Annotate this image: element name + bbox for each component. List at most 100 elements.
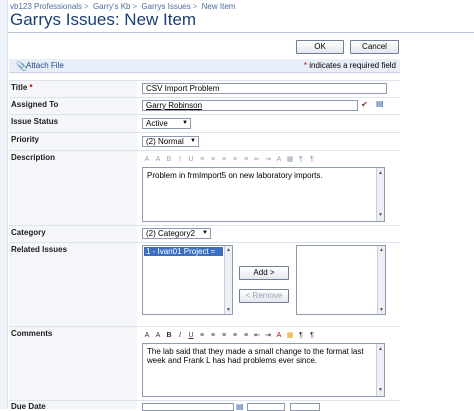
category-select[interactable]: (2) Category2 ▼ <box>142 228 211 239</box>
row-divider <box>9 326 400 327</box>
list-item[interactable]: 1 - Ivan01 Project ≈ <box>144 247 223 256</box>
title-label-text: Title <box>11 83 28 92</box>
left-navigation-rail <box>0 0 8 409</box>
numbered-list-icon[interactable]: ≡ <box>230 155 240 165</box>
description-toolbar: A A B I U ≡ ≡ ≡ ≡ ≡ ⇤ ⇥ A ▦ ¶ ¶ <box>142 154 385 165</box>
scroll-down-icon[interactable]: ▼ <box>226 307 231 313</box>
row-divider <box>9 97 400 98</box>
background-color-icon[interactable]: ▦ <box>285 331 295 341</box>
due-hour-select[interactable] <box>247 403 285 411</box>
due-date-input[interactable] <box>142 403 234 411</box>
assigned-to-label: Assigned To <box>11 100 59 109</box>
required-star-icon: * <box>29 83 33 92</box>
description-editor[interactable]: Problem in frmImport5 on new laboratory … <box>142 167 385 222</box>
row-divider <box>9 114 400 115</box>
outdent-icon[interactable]: ⇤ <box>252 331 262 341</box>
font-icon[interactable]: A <box>142 331 152 341</box>
outdent-icon[interactable]: ⇤ <box>252 155 262 165</box>
italic-icon[interactable]: I <box>175 331 185 341</box>
indent-icon[interactable]: ⇥ <box>263 155 273 165</box>
description-text: Problem in frmImport5 on new laboratory … <box>147 171 323 180</box>
description-label: Description <box>11 153 56 162</box>
related-issues-available-list[interactable]: 1 - Ivan01 Project ≈ ▲ ▼ <box>142 245 233 315</box>
priority-select[interactable]: (2) Normal ▼ <box>142 136 199 147</box>
font-color-icon[interactable]: A <box>274 331 284 341</box>
related-issues-selected-list[interactable]: ▲ ▼ <box>296 245 386 315</box>
priority-label: Priority <box>11 135 40 144</box>
description-scrollbar[interactable]: ▲ ▼ <box>376 168 384 221</box>
font-size-icon[interactable]: A <box>153 331 163 341</box>
title-label: Title * <box>11 83 33 92</box>
required-star-icon: * <box>303 61 308 70</box>
align-center-icon[interactable]: ≡ <box>208 331 218 341</box>
calendar-icon[interactable]: ▤ <box>236 402 244 411</box>
align-right-icon[interactable]: ≡ <box>219 155 229 165</box>
breadcrumb-current: New Item <box>201 2 236 11</box>
comments-scrollbar[interactable]: ▲ ▼ <box>376 344 384 396</box>
required-field-note: * indicates a required field <box>304 61 396 70</box>
due-minute-select[interactable] <box>290 403 320 411</box>
remove-related-button[interactable]: < Remove <box>239 289 289 303</box>
ltr-icon[interactable]: ¶ <box>296 331 306 341</box>
background-color-icon[interactable]: ▦ <box>285 155 295 165</box>
row-divider <box>9 242 400 243</box>
comments-toolbar: A A B I U ≡ ≡ ≡ ≡ ≡ ⇤ ⇥ A ▦ ¶ ¶ <box>142 330 385 341</box>
bold-icon[interactable]: B <box>164 155 174 165</box>
bullet-list-icon[interactable]: ≡ <box>241 155 251 165</box>
ltr-icon[interactable]: ¶ <box>296 155 306 165</box>
row-divider <box>9 150 400 151</box>
due-date-label: Due Date <box>11 402 46 411</box>
cancel-button[interactable]: Cancel <box>350 40 399 54</box>
font-icon[interactable]: A <box>142 155 152 165</box>
comments-editor[interactable]: The lab said that they made a small chan… <box>142 343 385 397</box>
title-divider <box>8 32 474 33</box>
align-center-icon[interactable]: ≡ <box>208 155 218 165</box>
row-divider <box>9 80 400 81</box>
rtl-icon[interactable]: ¶ <box>307 331 317 341</box>
bold-icon[interactable]: B <box>164 331 174 341</box>
address-book-icon[interactable]: ▤ <box>376 99 384 108</box>
bullet-list-icon[interactable]: ≡ <box>241 331 251 341</box>
align-right-icon[interactable]: ≡ <box>219 331 229 341</box>
issue-status-value: Active <box>146 119 168 128</box>
scroll-up-icon[interactable]: ▲ <box>378 169 383 178</box>
available-list-scrollbar[interactable]: ▲ ▼ <box>224 246 232 314</box>
font-color-icon[interactable]: A <box>274 155 284 165</box>
rtl-icon[interactable]: ¶ <box>307 155 317 165</box>
underline-icon[interactable]: U <box>186 155 196 165</box>
attach-file-link[interactable]: Attach File <box>26 61 64 70</box>
comments-text: The lab said that they made a small chan… <box>147 347 364 365</box>
assigned-to-input[interactable]: Garry Robinson <box>142 100 358 111</box>
scroll-down-icon[interactable]: ▼ <box>378 211 383 220</box>
assigned-to-value: Garry Robinson <box>146 101 203 110</box>
scroll-up-icon[interactable]: ▲ <box>379 247 384 253</box>
scroll-up-icon[interactable]: ▲ <box>226 247 231 253</box>
check-names-icon[interactable]: ✔ <box>361 100 368 109</box>
add-related-button[interactable]: Add > <box>239 266 289 280</box>
row-divider <box>9 132 400 133</box>
category-value: (2) Category2 <box>146 229 195 238</box>
title-input[interactable]: CSV Import Problem <box>142 83 387 94</box>
underline-icon[interactable]: U <box>186 331 196 341</box>
issue-status-select[interactable]: Active ▼ <box>142 118 191 129</box>
align-left-icon[interactable]: ≡ <box>197 155 207 165</box>
category-label: Category <box>11 228 46 237</box>
scroll-down-icon[interactable]: ▼ <box>379 307 384 313</box>
numbered-list-icon[interactable]: ≡ <box>230 331 240 341</box>
issue-status-label: Issue Status <box>11 117 59 126</box>
related-issues-label: Related Issues <box>11 245 68 254</box>
scroll-down-icon[interactable]: ▼ <box>378 386 383 395</box>
page-title: Garrys Issues: New Item <box>10 10 197 29</box>
indent-icon[interactable]: ⇥ <box>263 331 273 341</box>
selected-list-scrollbar[interactable]: ▲ ▼ <box>377 246 385 314</box>
font-size-icon[interactable]: A <box>153 155 163 165</box>
scroll-up-icon[interactable]: ▲ <box>378 345 383 354</box>
chevron-down-icon: ▼ <box>190 138 196 144</box>
row-divider <box>9 225 400 226</box>
ok-button[interactable]: OK <box>296 40 344 54</box>
attach-toolbar: 📎 Attach File * indicates a required fie… <box>9 59 400 73</box>
comments-label: Comments <box>11 329 53 338</box>
align-left-icon[interactable]: ≡ <box>197 331 207 341</box>
chevron-down-icon: ▼ <box>182 120 188 126</box>
italic-icon[interactable]: I <box>175 155 185 165</box>
